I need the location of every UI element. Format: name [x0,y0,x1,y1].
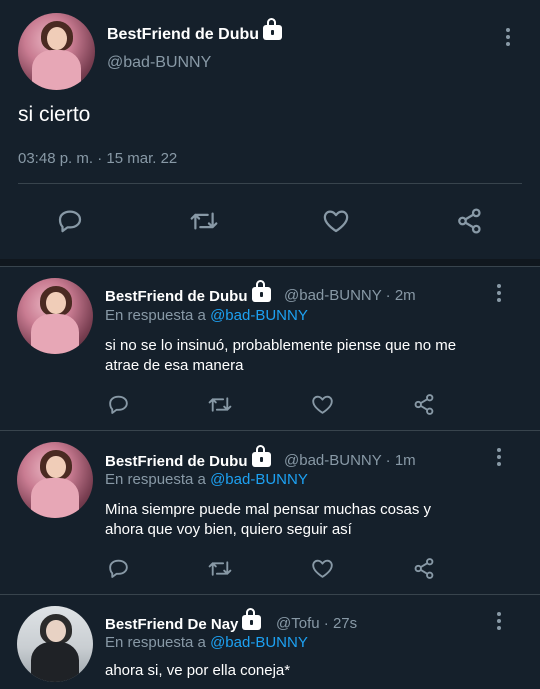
author-handle[interactable]: @bad-BUNNY [107,54,211,72]
reply-button[interactable] [55,206,85,236]
divider [0,430,540,431]
retweet-icon [208,561,232,576]
reply-button[interactable] [106,392,131,417]
lock-icon [263,18,283,40]
retweet-icon [190,212,218,230]
reply-context: En respuesta a @bad-BUNNY [105,307,308,324]
author-name-text: BestFriend de Dubu [107,26,260,43]
lock-icon [251,280,271,302]
tweet-text: si cierto [18,103,91,126]
retweet-button[interactable] [206,392,234,417]
author-name-text: BestFriend de Dubu [105,288,248,305]
avatar[interactable] [17,278,93,354]
tweet-text-line: si no se lo insinuó, probablemente piens… [105,337,457,354]
lock-icon [242,608,262,630]
like-button[interactable] [321,206,351,236]
tweet-text-line: ahora si, ve por ella coneja* [105,662,291,679]
tweet-age: 1m [394,452,416,469]
reply-context: En respuesta a @bad-BUNNY [105,471,308,488]
divider [0,266,540,267]
author-handle[interactable]: @bad-BUNNY · 1m [284,452,416,469]
lock-icon [251,445,271,467]
avatar[interactable] [17,606,93,682]
author-name[interactable]: BestFriend de Dubu [105,445,271,470]
reply-prefix: En respuesta a [105,307,211,324]
avatar[interactable] [18,13,95,90]
more-vertical-icon[interactable] [497,448,501,469]
more-vertical-icon[interactable] [497,612,501,633]
retweet-button[interactable] [206,556,234,581]
reply-prefix: En respuesta a [105,634,211,651]
share-icon [458,208,481,234]
divider [0,594,540,595]
author-name[interactable]: BestFriend de Dubu [107,18,283,44]
share-icon [414,394,434,415]
tweet-text-line: atrae de esa manera [105,357,244,374]
share-icon [414,558,434,579]
author-handle[interactable]: @Tofu · 27s [276,615,357,632]
more-vertical-icon[interactable] [497,284,501,305]
reply-button[interactable] [106,556,131,581]
author-name-text: BestFriend de Dubu [105,453,248,470]
retweet-icon [208,397,232,412]
retweet-button[interactable] [188,206,220,236]
tweet-date: 15 mar. 22 [106,150,178,167]
like-button[interactable] [310,392,335,417]
author-handle[interactable]: @bad-BUNNY · 2m [284,287,416,304]
tweet-text-line: Mina siempre puede mal pensar muchas cos… [105,501,431,518]
reply-to-link[interactable]: @bad-BUNNY [210,471,308,488]
reply-icon [109,395,128,414]
reply-prefix: En respuesta a [105,471,211,488]
tweet-text: ahora si, ve por ella coneja* [105,661,290,681]
avatar[interactable] [17,442,93,518]
reply-icon [109,559,128,578]
handle-text: @Tofu [276,615,320,632]
author-name-text: BestFriend De Nay [105,616,239,633]
like-button[interactable] [310,556,335,581]
author-name[interactable]: BestFriend De Nay [105,608,262,633]
share-button[interactable] [412,556,437,581]
share-button[interactable] [455,206,485,236]
tweet-age: 2m [394,287,416,304]
reply-to-link[interactable]: @bad-BUNNY [210,307,308,324]
tweet-age: 27s [332,615,358,632]
handle-text: @bad-BUNNY [284,287,382,304]
handle-text: @bad-BUNNY [284,452,382,469]
tweet-text-line: ahora que voy bien, quiero seguir así [105,521,352,538]
tweet-time: 03:48 p. m. [18,150,94,167]
tweet-text: si no se lo insinuó, probablemente piens… [105,336,456,376]
author-name[interactable]: BestFriend de Dubu [105,280,271,305]
tweet-text: Mina siempre puede mal pensar muchas cos… [105,500,431,540]
tweet-timestamp[interactable]: 03:48 p. m. · 15 mar. 22 [18,150,177,167]
heart-icon [323,210,349,233]
divider [0,259,540,266]
divider [18,183,522,184]
heart-icon [312,395,333,414]
reply-icon [58,210,82,233]
timestamp-separator: · [93,150,107,167]
reply-context: En respuesta a @bad-BUNNY [105,634,308,651]
share-button[interactable] [412,392,437,417]
heart-icon [312,559,333,578]
more-vertical-icon[interactable] [506,28,510,49]
reply-to-link[interactable]: @bad-BUNNY [210,634,308,651]
